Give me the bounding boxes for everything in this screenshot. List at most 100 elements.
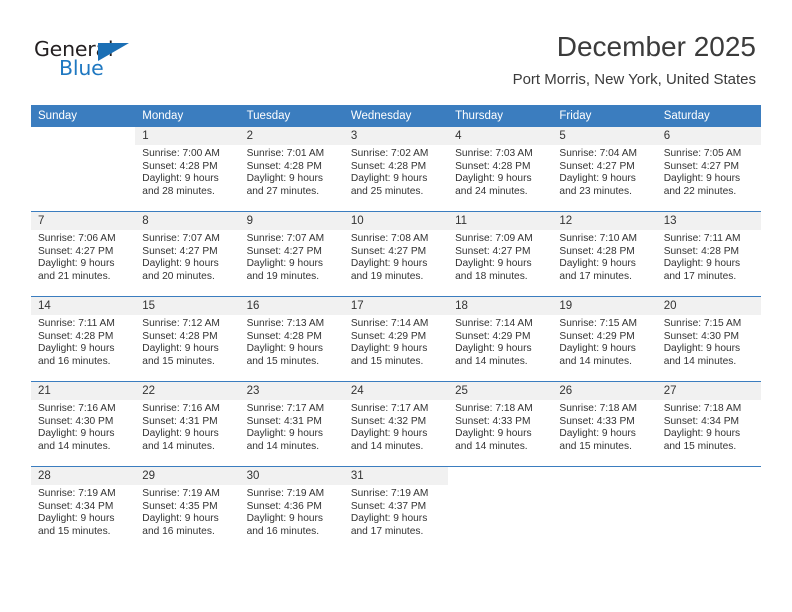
calendar-day-cell[interactable]: 2 Sunrise: 7:01 AM Sunset: 4:28 PM Daylight…: [239, 127, 344, 212]
day-cell-inner: 31 Sunrise: 7:19 AM Sunset: 4:37 PM Dayligh…: [343, 467, 449, 551]
calendar-day-cell[interactable]: 23 Sunrise: 7:17 AM Sunset: 4:31 PM Dayligh…: [239, 381, 344, 467]
day-sun-info: Sunrise: 7:18 AM Sunset: 4:33 PM Daylight:…: [552, 400, 656, 453]
day-sun-info: [448, 485, 552, 488]
day-sun-info-line: Sunrise: 7:01 AM: [246, 148, 325, 159]
day-number: 22: [135, 382, 240, 400]
calendar-day-cell[interactable]: 28 Sunrise: 7:19 AM Sunset: 4:34 PM Dayligh…: [31, 466, 136, 551]
calendar-day-cell[interactable]: 30 Sunrise: 7:19 AM Sunset: 4:36 PM Dayligh…: [239, 466, 344, 551]
day-sun-info-line: Sunrise: 7:15 AM: [663, 318, 742, 329]
day-sun-info-line: Sunset: 4:27 PM: [559, 160, 635, 172]
day-number: 1: [135, 127, 240, 145]
calendar-day-cell[interactable]: 10 Sunrise: 7:08 AM Sunset: 4:27 PM Dayligh…: [343, 211, 449, 297]
day-sun-info-line: Daylight: 9 hours: [455, 258, 532, 270]
day-sun-info-line: Sunset: 4:31 PM: [246, 415, 322, 427]
day-sun-info-line: and 17 minutes.: [559, 270, 632, 282]
day-sun-info-line: and 19 minutes.: [246, 270, 320, 282]
calendar-day-cell[interactable]: 9 Sunrise: 7:07 AM Sunset: 4:27 PM Daylight…: [239, 211, 344, 297]
day-sun-info-line: and 22 minutes.: [663, 185, 737, 197]
day-number: 9: [239, 212, 344, 230]
calendar-day-cell[interactable]: 22 Sunrise: 7:16 AM Sunset: 4:31 PM Dayligh…: [135, 381, 240, 467]
day-sun-info-line: and 27 minutes.: [246, 185, 320, 197]
day-sun-info-line: Sunrise: 7:05 AM: [663, 148, 742, 159]
day-sun-info-line: Sunset: 4:29 PM: [350, 330, 427, 342]
calendar-week-row: 14 Sunrise: 7:11 AM Sunset: 4:28 PM Dayligh…: [31, 296, 761, 382]
day-sun-info-line: and 14 minutes.: [455, 440, 528, 452]
calendar-day-cell[interactable]: 7 Sunrise: 7:06 AM Sunset: 4:27 PM Daylight…: [31, 211, 136, 297]
day-cell-inner: 26 Sunrise: 7:18 AM Sunset: 4:33 PM Dayligh…: [552, 382, 657, 466]
day-sun-info-line: Daylight: 9 hours: [663, 173, 741, 185]
page-subtitle: Port Morris, New York, United States: [512, 71, 756, 88]
calendar-day-cell[interactable]: 24 Sunrise: 7:17 AM Sunset: 4:32 PM Dayligh…: [343, 381, 449, 467]
day-cell-inner: 24 Sunrise: 7:17 AM Sunset: 4:32 PM Dayligh…: [343, 382, 449, 466]
calendar-day-cell[interactable]: 6 Sunrise: 7:05 AM Sunset: 4:27 PM Daylight…: [656, 127, 761, 212]
day-sun-info-line: and 18 minutes.: [455, 270, 528, 282]
day-sun-info-line: Sunrise: 7:19 AM: [142, 488, 220, 499]
day-number: 31: [343, 467, 449, 485]
calendar-day-cell[interactable]: 11 Sunrise: 7:09 AM Sunset: 4:27 PM Dayligh…: [448, 211, 553, 297]
day-sun-info-line: and 15 minutes.: [142, 355, 215, 367]
calendar-day-cell[interactable]: 15 Sunrise: 7:12 AM Sunset: 4:28 PM Dayligh…: [135, 296, 240, 382]
calendar-day-cell[interactable]: 4 Sunrise: 7:03 AM Sunset: 4:28 PM Daylight…: [448, 127, 553, 212]
day-sun-info-line: Sunset: 4:27 PM: [663, 160, 740, 172]
calendar-day-cell[interactable]: 19 Sunrise: 7:15 AM Sunset: 4:29 PM Dayligh…: [552, 296, 657, 382]
day-sun-info-line: and 14 minutes.: [559, 355, 632, 367]
day-sun-info-line: Daylight: 9 hours: [246, 428, 324, 440]
general-blue-logo[interactable]: General Blue: [34, 38, 154, 82]
day-sun-info: Sunrise: 7:14 AM Sunset: 4:29 PM Daylight:…: [448, 315, 552, 368]
day-sun-info-line: Sunset: 4:28 PM: [559, 245, 635, 257]
calendar-day-cell[interactable]: 12 Sunrise: 7:10 AM Sunset: 4:28 PM Dayligh…: [552, 211, 657, 297]
day-sun-info-line: and 19 minutes.: [350, 270, 424, 282]
calendar-day-cell[interactable]: 3 Sunrise: 7:02 AM Sunset: 4:28 PM Daylight…: [343, 127, 449, 212]
day-sun-info: Sunrise: 7:04 AM Sunset: 4:27 PM Daylight:…: [552, 145, 656, 198]
day-sun-info-line: and 15 minutes.: [246, 355, 320, 367]
calendar-day-cell[interactable]: 5 Sunrise: 7:04 AM Sunset: 4:27 PM Daylight…: [552, 127, 657, 212]
day-sun-info: Sunrise: 7:16 AM Sunset: 4:30 PM Daylight:…: [31, 400, 135, 453]
day-sun-info-line: and 20 minutes.: [142, 270, 215, 282]
weekday-header-monday: Monday: [135, 105, 240, 127]
calendar-week-row: 21 Sunrise: 7:16 AM Sunset: 4:30 PM Dayligh…: [31, 381, 761, 467]
day-number: 28: [31, 467, 136, 485]
day-number: 6: [656, 127, 761, 145]
day-cell-inner: 28 Sunrise: 7:19 AM Sunset: 4:34 PM Dayligh…: [31, 467, 136, 551]
calendar-day-cell[interactable]: 18 Sunrise: 7:14 AM Sunset: 4:29 PM Dayligh…: [448, 296, 553, 382]
day-sun-info-line: Daylight: 9 hours: [350, 258, 428, 270]
sunrise-sunset-calendar: Sunday Monday Tuesday Wednesday Thursday Frid…: [31, 105, 761, 551]
calendar-day-cell[interactable]: 29 Sunrise: 7:19 AM Sunset: 4:35 PM Dayligh…: [135, 466, 240, 551]
day-number: 27: [656, 382, 761, 400]
day-number: 30: [239, 467, 344, 485]
day-sun-info-line: and 28 minutes.: [142, 185, 215, 197]
calendar-day-cell[interactable]: 17 Sunrise: 7:14 AM Sunset: 4:29 PM Dayligh…: [343, 296, 449, 382]
day-sun-info-line: Sunset: 4:28 PM: [663, 245, 740, 257]
calendar-day-cell[interactable]: 25 Sunrise: 7:18 AM Sunset: 4:33 PM Dayligh…: [448, 381, 553, 467]
calendar-day-cell[interactable]: 14 Sunrise: 7:11 AM Sunset: 4:28 PM Dayligh…: [31, 296, 136, 382]
day-sun-info-line: Sunset: 4:28 PM: [246, 160, 322, 172]
day-number: [552, 467, 657, 485]
calendar-empty-cell: [552, 466, 657, 551]
calendar-day-cell[interactable]: 13 Sunrise: 7:11 AM Sunset: 4:28 PM Dayligh…: [656, 211, 761, 297]
calendar-day-cell[interactable]: 27 Sunrise: 7:18 AM Sunset: 4:34 PM Dayligh…: [656, 381, 761, 467]
day-sun-info-line: Sunrise: 7:14 AM: [350, 318, 429, 329]
day-sun-info-line: Daylight: 9 hours: [246, 513, 324, 525]
day-cell-inner: 10 Sunrise: 7:08 AM Sunset: 4:27 PM Dayligh…: [343, 212, 449, 296]
calendar-day-cell[interactable]: 20 Sunrise: 7:15 AM Sunset: 4:30 PM Dayligh…: [656, 296, 761, 382]
day-sun-info-line: and 16 minutes.: [142, 525, 215, 537]
day-sun-info-line: Sunrise: 7:19 AM: [246, 488, 325, 499]
day-sun-info-line: Sunrise: 7:17 AM: [350, 403, 429, 414]
day-cell-inner: 18 Sunrise: 7:14 AM Sunset: 4:29 PM Dayligh…: [448, 297, 553, 381]
calendar-day-cell[interactable]: 1 Sunrise: 7:00 AM Sunset: 4:28 PM Daylight…: [135, 127, 240, 212]
calendar-day-cell[interactable]: 16 Sunrise: 7:13 AM Sunset: 4:28 PM Dayligh…: [239, 296, 344, 382]
day-sun-info: Sunrise: 7:08 AM Sunset: 4:27 PM Daylight:…: [344, 230, 448, 283]
calendar-day-cell[interactable]: 26 Sunrise: 7:18 AM Sunset: 4:33 PM Dayligh…: [552, 381, 657, 467]
day-sun-info-line: Daylight: 9 hours: [38, 513, 115, 525]
day-sun-info-line: Daylight: 9 hours: [350, 513, 428, 525]
weekday-header-tuesday: Tuesday: [239, 105, 344, 127]
calendar-day-cell[interactable]: 8 Sunrise: 7:07 AM Sunset: 4:27 PM Daylight…: [135, 211, 240, 297]
day-sun-info-line: Sunset: 4:28 PM: [455, 160, 531, 172]
day-cell-inner: 14 Sunrise: 7:11 AM Sunset: 4:28 PM Dayligh…: [31, 297, 136, 381]
day-sun-info: Sunrise: 7:05 AM Sunset: 4:27 PM Daylight:…: [657, 145, 761, 198]
day-sun-info-line: Sunrise: 7:14 AM: [455, 318, 533, 329]
calendar-day-cell[interactable]: 21 Sunrise: 7:16 AM Sunset: 4:30 PM Dayligh…: [31, 381, 136, 467]
calendar-day-cell[interactable]: 31 Sunrise: 7:19 AM Sunset: 4:37 PM Dayligh…: [343, 466, 449, 551]
day-sun-info: Sunrise: 7:15 AM Sunset: 4:30 PM Daylight:…: [657, 315, 761, 368]
day-sun-info-line: and 14 minutes.: [142, 440, 215, 452]
